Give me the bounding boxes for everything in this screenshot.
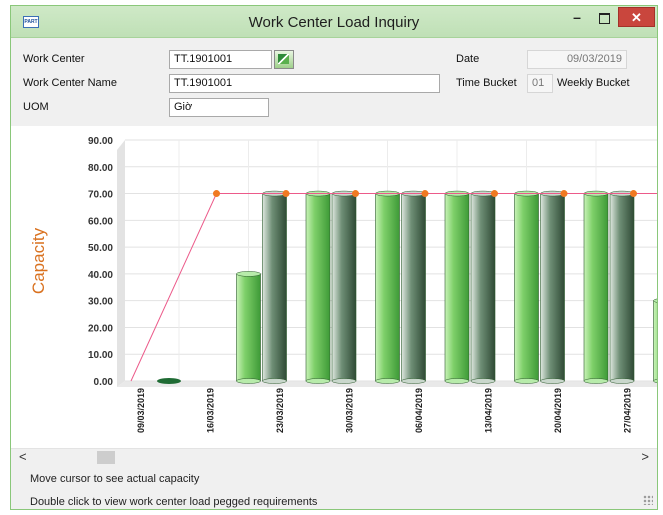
work-center-name-field[interactable]: TT.1901001 — [169, 74, 440, 93]
x-tick-label: 27/04/2019 — [623, 388, 633, 433]
load-bar — [653, 300, 663, 382]
capacity-marker — [630, 190, 637, 198]
capacity-bar — [609, 193, 635, 382]
load-bar-base — [444, 378, 470, 384]
load-bar — [305, 193, 331, 382]
load-bar — [514, 193, 539, 382]
x-tick-label: 30/03/2019 — [345, 388, 355, 433]
work-center-label: Work Center — [23, 53, 85, 65]
capacity-bar-base — [470, 378, 496, 384]
status-hint-pegged: Double click to view work center load pe… — [30, 496, 318, 508]
y-tick-label: 30.00 — [88, 297, 113, 308]
y-tick-label: 0.00 — [94, 377, 114, 388]
time-bucket-code-field[interactable]: 01 — [527, 74, 553, 93]
capacity-marker — [421, 190, 429, 198]
y-tick-label: 40.00 — [88, 270, 113, 281]
uom-field[interactable]: Giờ — [169, 98, 269, 117]
horizontal-scrollbar[interactable]: < > — [11, 448, 657, 465]
capacity-bar — [540, 193, 565, 382]
resize-grip-icon[interactable] — [643, 495, 653, 505]
load-bar — [583, 193, 609, 382]
y-axis-title: Capacity — [29, 227, 48, 294]
y-tick-label: 80.00 — [88, 163, 113, 174]
x-tick-label: 13/04/2019 — [484, 388, 494, 433]
load-bar-base — [514, 378, 539, 384]
title-bar[interactable]: PART Work Center Load Inquiry – ✕ — [11, 6, 657, 38]
scrollbar-thumb[interactable] — [97, 451, 115, 464]
uom-label: UOM — [23, 101, 49, 113]
load-bar — [236, 273, 261, 382]
capacity-bar — [331, 193, 357, 382]
maximize-button[interactable] — [593, 10, 615, 28]
work-center-load-window: PART Work Center Load Inquiry – ✕ Work C… — [10, 5, 663, 510]
capacity-bar-base — [401, 378, 426, 384]
y-tick-label: 20.00 — [88, 323, 113, 334]
load-bar — [375, 193, 400, 382]
zero-bar — [157, 378, 181, 384]
capacity-bar-base — [609, 378, 635, 384]
capacity-bar — [262, 193, 287, 382]
capacity-marker — [560, 190, 568, 198]
capacity-marker — [213, 190, 220, 198]
work-center-lookup-button[interactable] — [274, 50, 294, 69]
load-bar-base — [305, 378, 331, 384]
capacity-marker — [282, 190, 290, 198]
x-tick-label: 23/03/2019 — [275, 388, 285, 433]
minimize-button[interactable]: – — [566, 10, 588, 28]
status-hint-capacity: Move cursor to see actual capacity — [30, 473, 200, 485]
capacity-bar-base — [540, 378, 565, 384]
date-field[interactable]: 09/03/2019 — [527, 50, 627, 69]
y-tick-label: 70.00 — [88, 190, 113, 201]
x-tick-label: 06/04/2019 — [414, 388, 424, 433]
capacity-chart[interactable]: 90.00 80.00 70.00 60.00 50.00 40.00 30.00 20.00… — [11, 126, 663, 448]
capacity-bar — [401, 193, 426, 382]
inquiry-form: Work Center TT.1901001 Work Center Name … — [11, 39, 657, 126]
work-center-name-label: Work Center Name — [23, 77, 117, 89]
capacity-bar-base — [262, 378, 287, 384]
x-tick-label: 20/04/2019 — [553, 388, 563, 433]
load-bar-base — [236, 378, 261, 384]
capacity-marker — [491, 190, 498, 198]
y-tick-label: 10.00 — [88, 350, 113, 361]
time-bucket-value: Weekly Bucket — [557, 77, 630, 89]
x-tick-label: 09/03/2019 — [136, 388, 146, 433]
scroll-left-arrow-icon[interactable]: < — [19, 449, 27, 465]
capacity-bar — [470, 193, 496, 382]
window-title: Work Center Load Inquiry — [248, 14, 420, 31]
close-button[interactable]: ✕ — [618, 7, 655, 27]
load-bar-cap — [236, 271, 261, 277]
x-tick-label: 16/03/2019 — [206, 388, 216, 433]
y-tick-label: 90.00 — [88, 136, 113, 147]
work-center-field[interactable]: TT.1901001 — [169, 50, 272, 69]
load-bar-base — [583, 378, 609, 384]
scroll-right-arrow-icon[interactable]: > — [641, 449, 649, 465]
chart-side-wall — [117, 140, 125, 387]
capacity-marker — [352, 190, 359, 198]
load-bar — [444, 193, 470, 382]
capacity-bar-base — [331, 378, 357, 384]
capacity-chart-svg[interactable]: 90.00 80.00 70.00 60.00 50.00 40.00 30.00 20.00… — [11, 126, 663, 448]
date-label: Date — [456, 53, 480, 65]
y-tick-label: 50.00 — [88, 243, 113, 254]
y-tick-label: 60.00 — [88, 216, 113, 227]
load-bar-base — [375, 378, 400, 384]
time-bucket-label: Time Bucket — [456, 77, 517, 89]
